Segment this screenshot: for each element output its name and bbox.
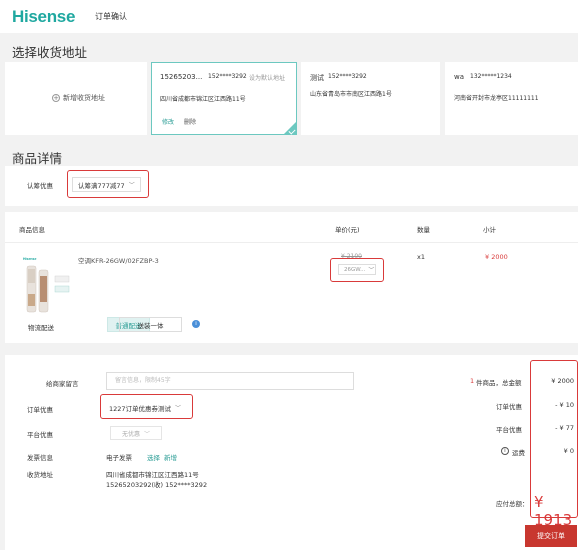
shipping-label: 物流配送: [28, 324, 54, 332]
address-phone: 152****3292: [328, 73, 367, 80]
shipping-address-line: 四川省成都市锦江区江西路11号: [106, 471, 199, 479]
product-qty: x1: [417, 253, 425, 261]
product-name[interactable]: 空调KFR-26GW/02FZBP-3: [78, 255, 159, 265]
delete-address-link[interactable]: 删除: [184, 117, 196, 126]
edit-address-link[interactable]: 修改: [162, 117, 174, 126]
chevron-down-icon: ﹀: [144, 430, 151, 438]
plus-circle-icon: +: [52, 94, 60, 102]
address-card[interactable]: 测试 152****3292 山东省青岛市市南区江西路1号: [301, 62, 440, 135]
platform-discount-summary-label: 平台优惠: [496, 426, 522, 434]
highlight-frame: [100, 394, 193, 419]
column-header-price: 单价(元): [335, 226, 360, 234]
page-title: 订单确认: [95, 12, 127, 21]
platform-discount-value: 无优惠: [122, 430, 141, 438]
invoice-type: 电子发票: [106, 454, 132, 462]
shipping-contact-line: 15265203292(收) 152****3292: [106, 481, 208, 489]
hisense-logo[interactable]: Hisense: [12, 7, 75, 27]
address-card-selected[interactable]: 15265203... 152****3292 设为默认地址 四川省成都市锦江区…: [151, 62, 297, 135]
column-header-subtotal: 小计: [483, 226, 496, 234]
submit-order-button[interactable]: 提交订单: [525, 525, 577, 547]
product-image-brand: Hisense: [23, 257, 36, 261]
address-section-title: 选择收货地址: [12, 45, 88, 60]
address-phone: 132*****1234: [470, 73, 512, 80]
order-panel: 给商家留言 留言信息，限制45字 订单优惠 1227订单优惠券测试 ﹀ 平台优惠…: [5, 355, 578, 550]
table-divider: [5, 242, 578, 243]
message-label: 给商家留言: [46, 380, 79, 388]
pay-total-label: 应付总额：: [496, 500, 529, 508]
address-name: 测试: [310, 74, 324, 82]
air-conditioner-image: Hisense: [21, 254, 71, 316]
goods-table: 商品信息 单价(元) 数量 小计 Hisense 空调KFR-26GW/02FZ…: [5, 212, 578, 343]
product-subtotal: ¥ 2000: [485, 253, 508, 261]
highlight-frame: [530, 360, 578, 518]
column-header-qty: 数量: [417, 226, 430, 234]
shipping-option-install[interactable]: 送装一体: [119, 317, 182, 332]
highlight-frame: [330, 258, 384, 282]
goods-section-title: 商品详情: [12, 151, 63, 166]
add-address-button[interactable]: + 新增收货地址: [52, 93, 105, 103]
coupon-label: 订单优惠: [27, 406, 53, 414]
address-line: 山东省青岛市市南区江西路1号: [310, 91, 392, 98]
promo-label: 认筹优惠: [27, 182, 53, 190]
address-line: 河南省开封市龙亭区11111111: [454, 95, 539, 102]
invoice-add-link[interactable]: 新增: [164, 452, 177, 462]
freight-info-icon[interactable]: i: [501, 447, 509, 455]
info-icon[interactable]: i: [192, 320, 200, 328]
address-list: + 新增收货地址 15265203... 152****3292 设为默认地址 …: [5, 62, 578, 135]
address-name: 15265203...: [160, 73, 203, 81]
item-count-label: 件商品，总金额: [476, 379, 522, 387]
freight-label: 运费: [512, 449, 525, 457]
address-card[interactable]: wa 132*****1234 河南省开封市龙亭区11111111: [445, 62, 578, 135]
set-default-link[interactable]: 设为默认地址: [249, 73, 285, 82]
column-header-info: 商品信息: [19, 226, 45, 234]
message-input[interactable]: 留言信息，限制45字: [106, 372, 354, 390]
add-address-card[interactable]: + 新增收货地址: [5, 62, 147, 135]
invoice-choose-link[interactable]: 选择: [147, 452, 160, 462]
shipping-address-label: 收货地址: [27, 471, 53, 479]
item-count: 1: [470, 377, 475, 385]
add-address-label: 新增收货地址: [63, 94, 105, 102]
platform-discount-select: 无优惠 ﹀: [110, 426, 162, 440]
platform-discount-label: 平台优惠: [27, 431, 53, 439]
top-bar: Hisense 订单确认: [0, 0, 578, 33]
address-phone: 152****3292: [208, 73, 247, 80]
address-line: 四川省成都市锦江区江西路11号: [160, 96, 246, 103]
highlight-frame: [67, 170, 149, 198]
invoice-label: 发票信息: [27, 454, 53, 462]
order-discount-summary-label: 订单优惠: [496, 403, 522, 411]
address-name: wa: [454, 73, 465, 81]
product-image[interactable]: Hisense: [21, 254, 71, 316]
promo-bar: 认筹优惠 认筹满777减77 ﹀: [5, 166, 578, 206]
